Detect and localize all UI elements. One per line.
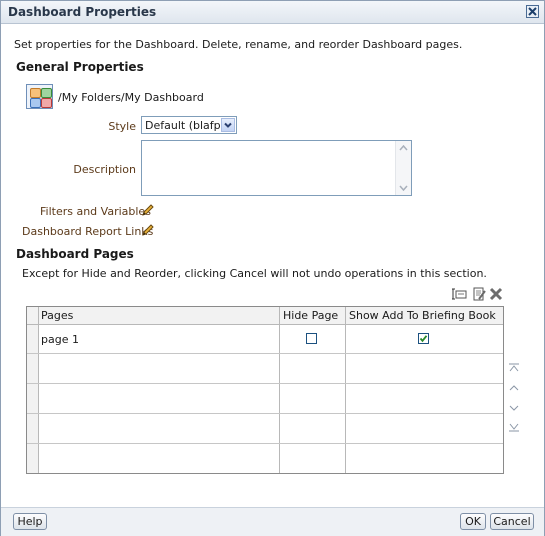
dialog-titlebar: Dashboard Properties [1,1,544,24]
page-name[interactable]: page 1 [41,333,79,346]
chevron-down-icon[interactable] [221,118,235,132]
description-field[interactable] [141,140,412,196]
description-label: Description [73,163,136,176]
table-row[interactable] [27,444,503,473]
dashboard-path: /My Folders/My Dashboard [58,91,204,104]
move-to-bottom-icon[interactable] [508,422,520,432]
close-icon[interactable] [526,5,539,18]
move-up-icon[interactable] [508,383,520,393]
delete-icon[interactable] [489,287,503,301]
checkmark-icon [419,335,428,343]
dashboard-pages-heading: Dashboard Pages [16,247,134,261]
column-header-pages[interactable]: Pages [41,309,73,322]
style-select-value: Default (blafp) [145,119,225,132]
table-row[interactable] [27,384,503,414]
table-row[interactable] [27,354,503,384]
style-select[interactable]: Default (blafp) [141,116,237,134]
ok-button[interactable]: OK [460,513,486,530]
page-properties-icon[interactable] [471,287,487,301]
column-header-hide-page[interactable]: Hide Page [283,309,338,322]
hide-page-checkbox[interactable] [306,333,317,344]
table-row[interactable]: page 1 [27,324,503,354]
dashboard-properties-dialog: Dashboard Properties Set properties for … [0,0,545,536]
move-to-top-icon[interactable] [508,363,520,373]
briefing-book-checkbox[interactable] [418,333,429,344]
table-row[interactable] [27,414,503,444]
pencil-icon[interactable] [141,203,155,217]
dialog-title: Dashboard Properties [8,5,157,19]
dashboard-icon [26,84,53,109]
help-button[interactable]: Help [13,513,47,530]
pages-table: Pages Hide Page Show Add To Briefing Boo… [26,306,504,474]
filters-and-variables-link[interactable]: Filters and Variables [40,205,151,218]
pencil-icon[interactable] [141,223,155,237]
general-properties-heading: General Properties [16,60,144,74]
cancel-button[interactable]: Cancel [490,513,534,530]
pages-table-header: Pages Hide Page Show Add To Briefing Boo… [27,307,503,325]
dialog-intro-text: Set properties for the Dashboard. Delete… [14,38,463,51]
dialog-footer: Help OK Cancel [1,507,544,536]
rename-icon[interactable] [452,287,468,301]
style-label: Style [108,120,136,133]
move-down-icon[interactable] [508,403,520,413]
column-header-briefing-book[interactable]: Show Add To Briefing Book [349,309,496,322]
dashboard-pages-note: Except for Hide and Reorder, clicking Ca… [22,267,487,280]
dashboard-report-links-link[interactable]: Dashboard Report Links [22,225,153,238]
description-scrollbar[interactable] [395,141,411,195]
